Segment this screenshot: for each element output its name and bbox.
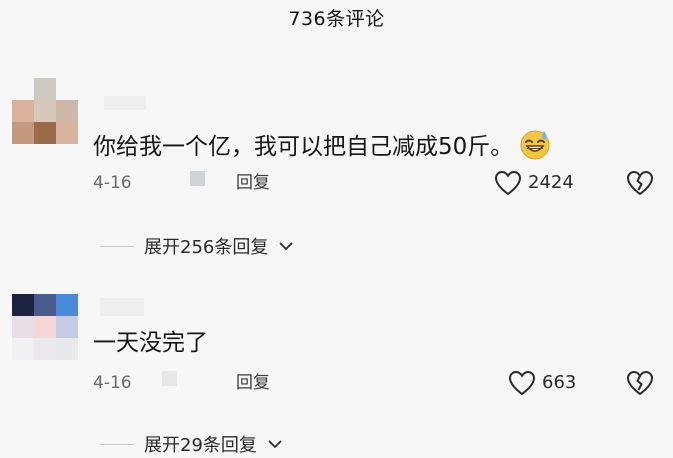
heart-icon	[494, 170, 522, 196]
heart-icon	[508, 370, 536, 396]
username-redacted[interactable]	[100, 298, 144, 316]
comment-date: 4-16	[93, 373, 132, 393]
like-button[interactable]: 2424	[494, 168, 574, 198]
comment-text-content: 你给我一个亿，我可以把自己减成50斤。	[93, 134, 514, 160]
divider-line	[100, 443, 134, 445]
avatar[interactable]	[12, 78, 78, 144]
expand-replies-label: 展开256条回复	[144, 237, 269, 258]
grinning-sweat-emoji-icon	[520, 130, 550, 160]
expand-replies-button[interactable]: 展开256条回复	[100, 232, 294, 260]
location-redacted	[162, 371, 177, 386]
broken-heart-icon[interactable]	[625, 370, 655, 396]
comment-text: 你给我一个亿，我可以把自己减成50斤。	[93, 128, 551, 162]
like-count: 2424	[528, 172, 574, 193]
divider-line	[100, 245, 134, 247]
comment-text: 一天没完了	[93, 330, 208, 356]
like-button[interactable]: 663	[508, 368, 576, 398]
reply-button[interactable]: 回复	[236, 171, 270, 195]
like-count: 663	[542, 372, 577, 393]
comment-date: 4-16	[93, 173, 132, 193]
expand-replies-label: 展开29条回复	[144, 435, 257, 456]
chevron-down-icon	[279, 242, 293, 251]
comment-count-title: 736条评论	[288, 8, 385, 30]
broken-heart-icon[interactable]	[625, 170, 655, 196]
reply-button[interactable]: 回复	[236, 371, 270, 395]
username-redacted[interactable]	[104, 96, 146, 110]
avatar[interactable]	[12, 294, 78, 360]
expand-replies-button[interactable]: 展开29条回复	[100, 430, 283, 458]
chevron-down-icon	[268, 440, 282, 449]
location-redacted	[190, 171, 205, 186]
